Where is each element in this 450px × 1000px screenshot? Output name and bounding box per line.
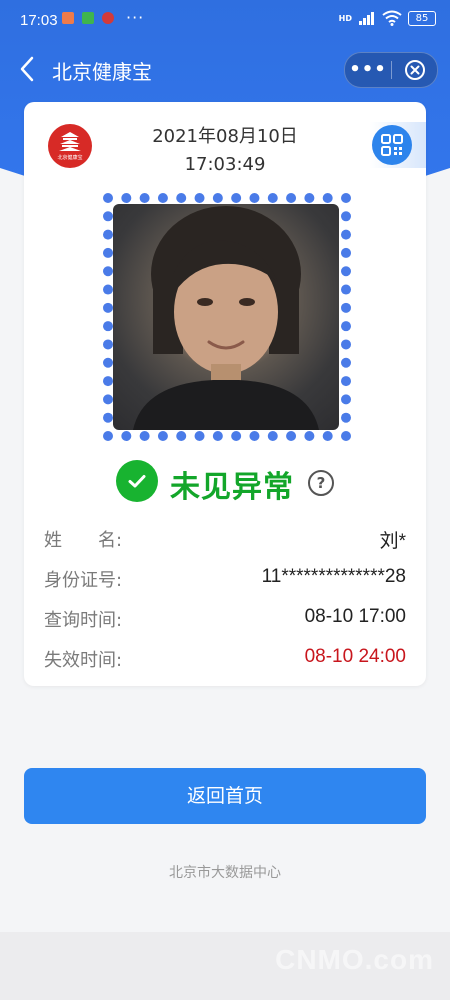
border-dot <box>322 193 333 203</box>
health-status-row: 未见异常 ? <box>24 456 426 506</box>
border-dot <box>341 412 351 423</box>
id-number-value: 11**************28 <box>261 566 406 587</box>
border-dot <box>322 431 333 441</box>
border-dot <box>121 193 132 203</box>
close-icon[interactable] <box>392 59 437 81</box>
border-dot <box>103 211 113 222</box>
border-dot <box>286 431 297 441</box>
border-dot <box>103 357 113 368</box>
app-notification-icon <box>82 12 94 24</box>
id-number-label: 身份证号: <box>44 570 123 591</box>
border-dot <box>267 431 278 441</box>
battery-indicator: 85 <box>408 10 436 26</box>
border-dot <box>341 376 351 387</box>
border-dot <box>212 431 223 441</box>
border-dot <box>304 431 315 441</box>
query-date: 2021年08月10日 <box>152 126 298 147</box>
border-dot <box>249 193 260 203</box>
qr-code-icon <box>372 125 412 165</box>
mail-notification-icon <box>62 12 74 24</box>
info-row-name: 姓 名: 刘* <box>44 526 406 554</box>
health-status-text: 未见异常 <box>170 470 294 505</box>
border-dot <box>103 266 113 277</box>
border-dot <box>139 193 150 203</box>
expire-time-value: 08-10 24:00 <box>304 646 406 667</box>
border-dot <box>341 211 351 222</box>
photo-frame <box>102 192 352 442</box>
border-dot <box>103 229 113 240</box>
app2-notification-icon <box>102 12 114 24</box>
border-dot <box>103 431 113 441</box>
status-bar: 17:03 ··· HD 85 <box>0 0 450 42</box>
border-dot <box>341 193 351 203</box>
border-dot <box>176 193 187 203</box>
user-photo <box>113 204 339 430</box>
border-dot <box>194 193 205 203</box>
border-dot <box>231 431 242 441</box>
name-value: 刘* <box>379 531 406 552</box>
footer-text: 北京市大数据中心 <box>169 865 281 881</box>
border-dot <box>157 431 168 441</box>
border-dot <box>103 412 113 423</box>
border-dot <box>103 376 113 387</box>
query-time-label: 查询时间: <box>44 610 123 631</box>
query-time: 17:03:49 <box>184 154 266 175</box>
border-dot <box>341 431 351 441</box>
wifi-icon <box>382 10 402 26</box>
border-dot <box>341 266 351 277</box>
face-illustration <box>133 206 319 430</box>
border-dot <box>249 431 260 441</box>
border-dot <box>341 339 351 350</box>
border-dot <box>341 229 351 240</box>
border-dot <box>231 193 242 203</box>
help-icon[interactable]: ? <box>308 470 334 496</box>
border-dot <box>267 193 278 203</box>
health-code-card: 北京健康宝 2021年08月10日 17:03:49 未见异常 ? 姓 名: 刘… <box>24 102 426 686</box>
border-dot <box>103 247 113 258</box>
expire-time-label: 失效时间: <box>44 650 123 671</box>
nav-bar: 北京健康宝 ••• <box>0 44 450 96</box>
check-circle-icon <box>116 460 158 502</box>
page-title: 北京健康宝 <box>52 60 152 84</box>
border-dot <box>194 431 205 441</box>
back-arrow-icon[interactable] <box>16 54 40 84</box>
info-row-expire-time: 失效时间: 08-10 24:00 <box>44 646 406 674</box>
border-dot <box>157 193 168 203</box>
network-label: HD <box>338 13 352 23</box>
more-menu-icon[interactable]: ••• <box>345 53 391 87</box>
info-row-query-time: 查询时间: 08-10 17:00 <box>44 606 406 634</box>
border-dot <box>341 357 351 368</box>
miniapp-capsule: ••• <box>344 52 438 88</box>
signal-icon <box>359 12 374 25</box>
border-dot <box>341 302 351 313</box>
border-dot <box>212 193 223 203</box>
border-dot <box>103 193 113 203</box>
border-dot <box>103 394 113 405</box>
return-home-button[interactable]: 返回首页 <box>24 768 426 824</box>
border-dot <box>121 431 132 441</box>
watermark: CNMO.com <box>275 944 434 975</box>
border-dot <box>176 431 187 441</box>
border-dot <box>103 302 113 313</box>
border-dot <box>139 431 150 441</box>
border-dot <box>304 193 315 203</box>
border-dot <box>103 321 113 332</box>
border-dot <box>341 247 351 258</box>
qr-code-button[interactable] <box>370 122 426 168</box>
border-dot <box>341 394 351 405</box>
border-dot <box>341 321 351 332</box>
border-dot <box>103 284 113 295</box>
border-dot <box>103 339 113 350</box>
name-label: 姓 名: <box>44 530 123 551</box>
status-time: 17:03 <box>20 12 58 29</box>
border-dot <box>286 193 297 203</box>
query-time-value: 08-10 17:00 <box>304 606 406 627</box>
more-notifications-icon: ··· <box>126 8 145 27</box>
border-dot <box>341 284 351 295</box>
info-row-id: 身份证号: 11**************28 <box>44 566 406 594</box>
